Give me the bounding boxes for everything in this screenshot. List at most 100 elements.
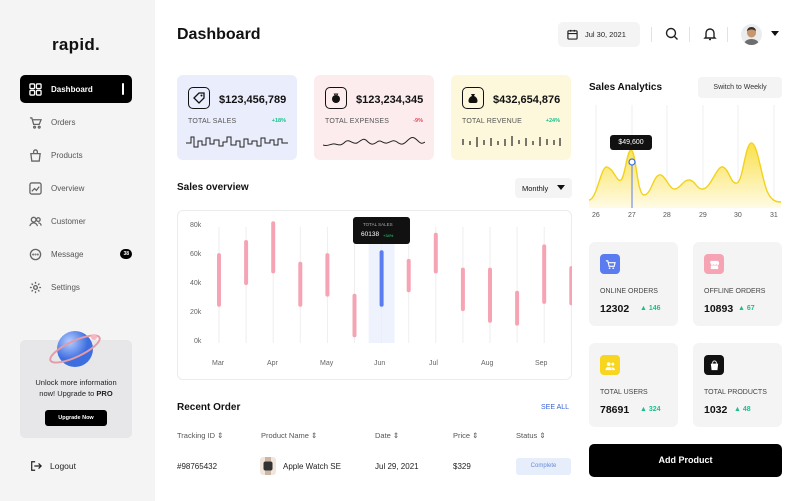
avatar[interactable] xyxy=(741,24,762,45)
sidebar: rapid. Dashboard Orders Products Overvie… xyxy=(0,0,155,501)
store-icon xyxy=(704,254,724,274)
header-divider xyxy=(727,27,728,42)
column-header-status[interactable]: Status ⇕ xyxy=(516,431,546,440)
date-value: Jul 30, 2021 xyxy=(585,30,626,39)
sales-bar[interactable] xyxy=(406,258,411,293)
sidebar-item-overview[interactable]: Overview xyxy=(20,174,132,202)
order-price: $329 xyxy=(453,462,471,471)
sales-bar[interactable] xyxy=(542,244,547,304)
stat-label: ONLINE ORDERS xyxy=(600,288,658,295)
stat-value: 12302 xyxy=(600,303,630,315)
sales-overview-title: Sales overview xyxy=(177,182,249,193)
stat-change: ▲ 146 xyxy=(640,305,661,312)
header-divider xyxy=(689,27,690,42)
tooltip-value: 60138 xyxy=(361,231,380,238)
sales-bar[interactable] xyxy=(379,250,384,307)
page-title: Dashboard xyxy=(177,26,261,43)
order-product-name: Apple Watch SE xyxy=(283,462,341,471)
sales-bar[interactable] xyxy=(217,253,221,307)
sidebar-item-label: Products xyxy=(51,150,83,160)
x-tick: Aug xyxy=(481,360,494,367)
see-all-link[interactable]: SEE ALL xyxy=(541,404,569,411)
stat-change-value: 146 xyxy=(648,305,661,312)
upgrade-line1: Unlock more information xyxy=(35,378,117,387)
planet-illustration xyxy=(49,331,101,367)
sales-sparkline xyxy=(186,136,288,148)
stat-value: 10893 xyxy=(704,303,734,315)
recent-order-title: Recent Order xyxy=(177,402,241,413)
sales-analytics-chart xyxy=(589,105,781,208)
notifications-button[interactable] xyxy=(703,27,717,41)
total-products-card: TOTAL PRODUCTS 1032 ▲ 48 xyxy=(693,343,782,427)
cart-icon xyxy=(29,116,42,129)
sales-bar[interactable] xyxy=(352,293,357,338)
sales-bar[interactable] xyxy=(244,240,249,285)
day-tick: 30 xyxy=(734,212,742,219)
status-badge: Complete xyxy=(516,458,571,475)
revenue-sparkline xyxy=(462,136,561,147)
upgrade-pro: PRO xyxy=(96,389,113,398)
sales-bar[interactable] xyxy=(488,267,492,323)
search-icon xyxy=(665,27,678,40)
stat-change-value: 48 xyxy=(742,406,751,413)
sales-bar[interactable] xyxy=(433,232,438,274)
period-select[interactable]: Monthly xyxy=(515,178,572,198)
product-thumbnail xyxy=(260,457,276,475)
sales-bar[interactable] xyxy=(271,221,276,274)
sidebar-item-customer[interactable]: Customer xyxy=(20,207,132,235)
total-users-card: TOTAL USERS 78691 ▲ 324 xyxy=(589,343,678,427)
total-revenue-card: $432,654,876 TOTAL REVENUE +24% xyxy=(451,75,571,160)
tag-icon xyxy=(188,87,210,109)
switch-weekly-button[interactable]: Switch to Weekly xyxy=(698,77,782,98)
sidebar-item-dashboard[interactable]: Dashboard xyxy=(20,75,132,103)
sales-bar[interactable] xyxy=(569,266,572,306)
column-header-date[interactable]: Date ⇕ xyxy=(375,431,399,440)
stat-change-value: 67 xyxy=(746,305,755,312)
chevron-down-icon xyxy=(557,185,565,190)
sidebar-item-message[interactable]: Message 38 xyxy=(20,240,132,268)
day-tick: 28 xyxy=(663,212,671,219)
brand-logo: rapid. xyxy=(52,35,101,54)
sales-bar[interactable] xyxy=(298,261,303,307)
search-button[interactable] xyxy=(665,27,679,41)
avatar-image xyxy=(744,27,759,45)
sidebar-item-products[interactable]: Products xyxy=(20,141,132,169)
sidebar-item-label: Overview xyxy=(51,183,85,193)
stat-change-value: 324 xyxy=(648,406,661,413)
column-header-product-name[interactable]: Product Name ⇕ xyxy=(261,431,317,440)
logout-button[interactable]: Logout xyxy=(30,460,76,472)
column-header-tracking-id[interactable]: Tracking ID ⇕ xyxy=(177,431,223,440)
logout-label: Logout xyxy=(50,461,76,471)
profile-dropdown-caret[interactable] xyxy=(771,31,779,36)
stat-change: ▲ 324 xyxy=(640,406,661,413)
sales-bar[interactable] xyxy=(515,290,520,326)
order-date: Jul 29, 2021 xyxy=(375,462,419,471)
chat-icon xyxy=(29,248,42,260)
order-tracking-id: #98765432 xyxy=(177,462,218,471)
sidebar-item-label: Message xyxy=(51,249,84,259)
upgrade-line2: now! Upgrade to xyxy=(39,389,97,398)
analytics-tooltip: $49,600 xyxy=(610,135,652,150)
stat-value: 78691 xyxy=(600,404,630,416)
active-indicator xyxy=(122,83,124,95)
bomb-icon xyxy=(325,87,347,109)
upgrade-now-button[interactable]: Upgrade Now xyxy=(45,410,107,426)
header-label: Price xyxy=(453,431,471,440)
watch-icon xyxy=(263,457,273,475)
bell-icon xyxy=(703,28,717,41)
x-tick: May xyxy=(320,360,334,367)
x-tick: Jun xyxy=(374,360,386,367)
message-count-badge: 38 xyxy=(120,249,132,259)
total-sales-card: $123,456,789 TOTAL SALES +18% xyxy=(177,75,297,160)
sales-analytics-title: Sales Analytics xyxy=(589,82,663,93)
sidebar-item-settings[interactable]: Settings xyxy=(20,273,132,301)
add-product-button[interactable]: Add Product xyxy=(589,444,782,477)
column-header-price[interactable]: Price ⇕ xyxy=(453,431,478,440)
money-bag-icon xyxy=(462,87,484,109)
sales-bar[interactable] xyxy=(460,267,465,312)
date-picker[interactable]: Jul 30, 2021 xyxy=(558,22,640,47)
sales-bar[interactable] xyxy=(325,253,330,297)
stat-change: ▲ 67 xyxy=(738,305,755,312)
shopping-cart-icon xyxy=(600,254,620,274)
sidebar-item-orders[interactable]: Orders xyxy=(20,108,132,136)
